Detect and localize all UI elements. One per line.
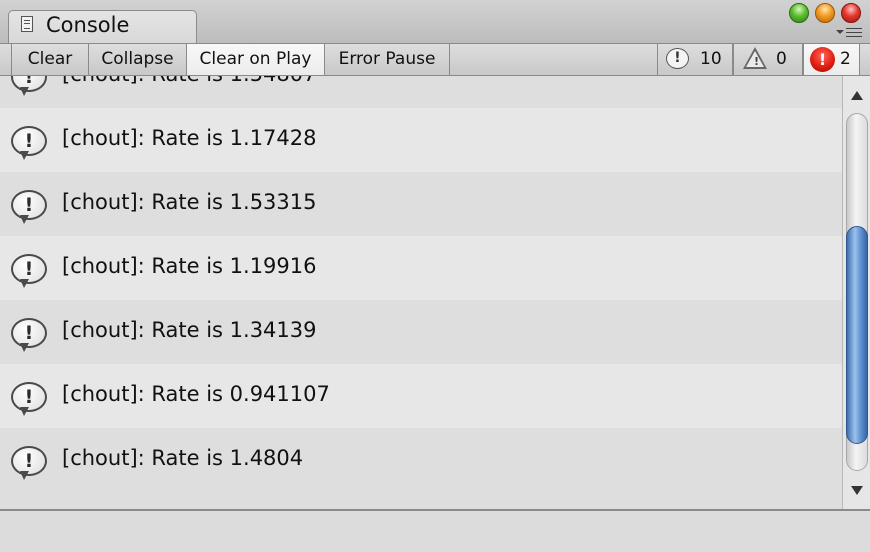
log-entry[interactable]: ! [chout]: Rate is 1.54807 (0, 76, 842, 108)
clear-on-play-toggle[interactable]: Clear on Play (187, 44, 325, 75)
error-pause-toggle[interactable]: Error Pause (325, 44, 450, 75)
info-count: 10 (700, 49, 722, 69)
menu-icon[interactable] (836, 27, 864, 39)
info-bubble-icon: ! (11, 382, 47, 416)
log-scrollbar[interactable] (842, 76, 870, 509)
window-titlebar: Console (0, 0, 870, 43)
info-bubble-icon: ! (11, 190, 47, 224)
log-entry-message: [chout]: Rate is 1.53315 (62, 190, 317, 214)
warning-count: 0 (776, 49, 787, 69)
clear-button[interactable]: Clear (11, 44, 89, 75)
log-entry[interactable]: ! [chout]: Rate is 1.17428 (0, 108, 842, 172)
log-entry[interactable]: ! [chout]: Rate is 1.34139 (0, 300, 842, 364)
close-button[interactable] (841, 3, 861, 23)
log-entry-message: [chout]: Rate is 1.4804 (62, 446, 304, 470)
log-entry[interactable]: ! [chout]: Rate is 0.941107 (0, 364, 842, 428)
info-bubble-icon: ! (11, 318, 47, 352)
log-entry-message: [chout]: Rate is 1.17428 (62, 126, 317, 150)
collapse-toggle[interactable]: Collapse (89, 44, 187, 75)
log-entry[interactable]: ! [chout]: Rate is 1.53315 (0, 172, 842, 236)
warning-icon-mark: ! (754, 55, 760, 68)
log-entry[interactable]: ! [chout]: Rate is 1.4804 (0, 428, 842, 492)
scrollbar-thumb[interactable] (846, 226, 868, 444)
tab-console[interactable]: Console (8, 10, 197, 43)
info-bubble-icon: ! (11, 76, 47, 96)
info-icon: ! (666, 48, 689, 69)
log-list[interactable]: ! [chout]: Rate is 1.54807! [chout]: Rate … (0, 76, 842, 509)
info-bubble-icon: ! (11, 446, 47, 480)
error-count: 2 (840, 49, 851, 69)
maximize-button[interactable] (789, 3, 809, 23)
log-entry-message: [chout]: Rate is 1.34139 (62, 318, 317, 342)
log-entry-message: [chout]: Rate is 1.19916 (62, 254, 317, 278)
minimize-button[interactable] (815, 3, 835, 23)
info-bubble-icon: ! (11, 254, 47, 288)
error-icon: ! (810, 47, 835, 72)
info-filter-toggle[interactable]: ! 10 (657, 44, 733, 75)
warning-filter-toggle[interactable]: ! 0 (733, 44, 803, 75)
scroll-up-arrow-icon[interactable] (851, 91, 863, 100)
tab-title: Console (46, 13, 130, 37)
log-entry-message: [chout]: Rate is 1.54807 (62, 76, 317, 86)
scroll-down-arrow-icon[interactable] (851, 486, 863, 495)
message-detail-pane (0, 509, 870, 552)
console-toolbar: Clear Collapse Clear on Play Error Pause… (0, 43, 870, 76)
error-filter-toggle[interactable]: ! 2 (803, 44, 860, 75)
log-entry[interactable]: ! [chout]: Rate is 1.19916 (0, 236, 842, 300)
info-bubble-icon: ! (11, 126, 47, 160)
console-icon (21, 16, 33, 32)
log-entry-message: [chout]: Rate is 0.941107 (62, 382, 330, 406)
